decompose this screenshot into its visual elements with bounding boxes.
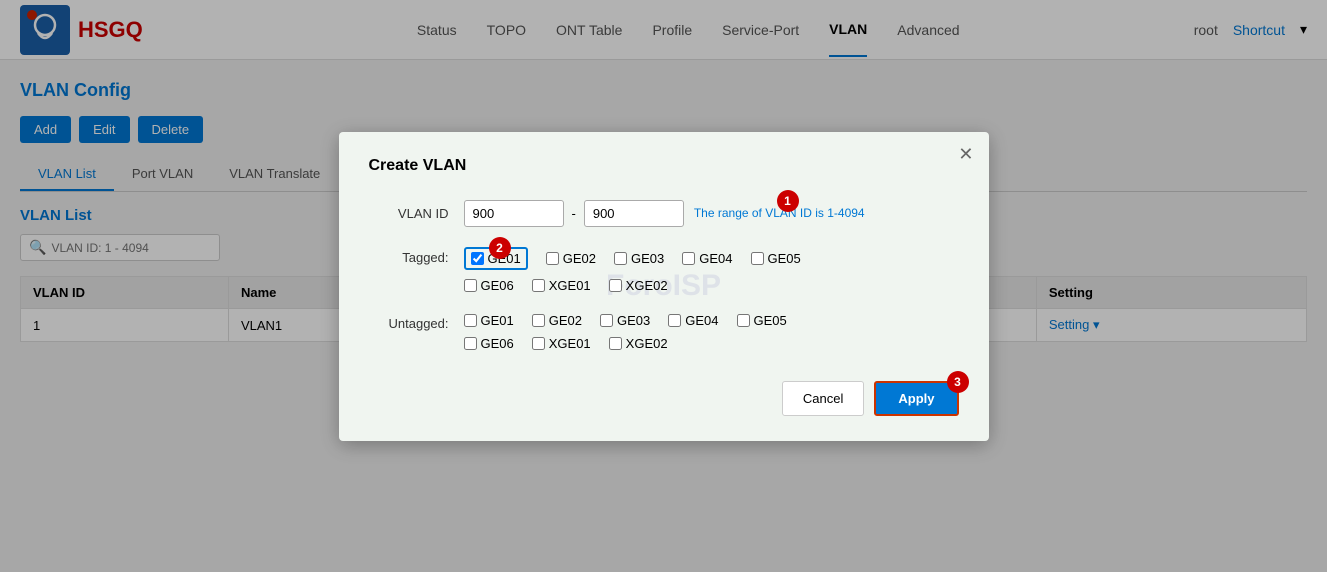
untagged-ge06-item[interactable]: GE06 [464,336,514,351]
untagged-ge02-label: GE02 [549,313,582,328]
untagged-xge02-label: XGE02 [626,336,668,351]
untagged-ports-row-1: GE01 GE02 GE03 GE04 [464,313,787,328]
untagged-ge01-label: GE01 [481,313,514,328]
tagged-ge05-label: GE05 [768,251,801,266]
tagged-xge01-label: XGE01 [549,278,591,293]
untagged-ge01-item[interactable]: GE01 [464,313,514,328]
tagged-ge04-label: GE04 [699,251,732,266]
untagged-ge04-item[interactable]: GE04 [668,313,718,328]
tagged-ge04-item[interactable]: GE04 [682,247,732,270]
dialog-footer: Cancel Apply 3 [369,381,959,416]
tagged-ge02-label: GE02 [563,251,596,266]
tagged-ge06-label: GE06 [481,278,514,293]
untagged-ge04-label: GE04 [685,313,718,328]
tagged-ports-row-2: GE06 XGE01 XGE02 [464,278,801,293]
vlan-id-label: VLAN ID [369,206,449,221]
tagged-ge06-checkbox[interactable] [464,279,477,292]
tagged-row: Tagged: GE01 GE02 GE03 [369,247,959,293]
untagged-xge01-label: XGE01 [549,336,591,351]
tagged-xge01-checkbox[interactable] [532,279,545,292]
tagged-ge06-item[interactable]: GE06 [464,278,514,293]
tagged-xge02-item[interactable]: XGE02 [609,278,668,293]
vlan-id-to-input[interactable] [584,200,684,227]
untagged-ports-row-2: GE06 XGE01 XGE02 [464,336,787,351]
close-button[interactable]: ✕ [958,144,973,165]
badge-3: 3 [947,371,969,393]
untagged-ge03-checkbox[interactable] [600,314,613,327]
tagged-ge03-label: GE03 [631,251,664,266]
untagged-ge02-item[interactable]: GE02 [532,313,582,328]
untagged-ge01-checkbox[interactable] [464,314,477,327]
untagged-label: Untagged: [369,313,449,331]
untagged-ge06-label: GE06 [481,336,514,351]
dash-separator: - [572,206,576,221]
tagged-ge01-checkbox[interactable] [471,252,484,265]
apply-button[interactable]: Apply [874,381,958,416]
tagged-label: Tagged: [369,247,449,265]
dialog-overlay: ForoISP Create VLAN ✕ VLAN ID - The rang… [0,0,1327,572]
untagged-ports-grid: GE01 GE02 GE03 GE04 [464,313,787,351]
tagged-ge03-checkbox[interactable] [614,252,627,265]
untagged-ge03-item[interactable]: GE03 [600,313,650,328]
tagged-ge05-checkbox[interactable] [751,252,764,265]
tagged-ge04-checkbox[interactable] [682,252,695,265]
tagged-xge02-label: XGE02 [626,278,668,293]
tagged-ge02-item[interactable]: GE02 [546,247,596,270]
untagged-ge05-checkbox[interactable] [737,314,750,327]
cancel-button[interactable]: Cancel [782,381,864,416]
tagged-xge01-item[interactable]: XGE01 [532,278,591,293]
tagged-ge05-item[interactable]: GE05 [751,247,801,270]
untagged-ge06-checkbox[interactable] [464,337,477,350]
untagged-xge01-checkbox[interactable] [532,337,545,350]
untagged-ge05-item[interactable]: GE05 [737,313,787,328]
untagged-ge04-checkbox[interactable] [668,314,681,327]
vlan-id-inputs: - [464,200,684,227]
badge-2: 2 [489,237,511,259]
create-vlan-dialog: ForoISP Create VLAN ✕ VLAN ID - The rang… [339,132,989,441]
untagged-ge03-label: GE03 [617,313,650,328]
tagged-ge03-item[interactable]: GE03 [614,247,664,270]
dialog-title: Create VLAN [369,157,959,175]
tagged-ge02-checkbox[interactable] [546,252,559,265]
untagged-ge05-label: GE05 [754,313,787,328]
untagged-row: Untagged: GE01 GE02 GE03 [369,313,959,351]
tagged-xge02-checkbox[interactable] [609,279,622,292]
vlan-id-from-input[interactable] [464,200,564,227]
untagged-ge02-checkbox[interactable] [532,314,545,327]
untagged-xge01-item[interactable]: XGE01 [532,336,591,351]
untagged-xge02-checkbox[interactable] [609,337,622,350]
untagged-xge02-item[interactable]: XGE02 [609,336,668,351]
vlan-id-row: VLAN ID - The range of VLAN ID is 1-4094… [369,200,959,227]
badge-1: 1 [777,190,799,212]
tagged-ports-row-1: GE01 GE02 GE03 GE04 [464,247,801,270]
tagged-ports-grid: GE01 GE02 GE03 GE04 [464,247,801,293]
